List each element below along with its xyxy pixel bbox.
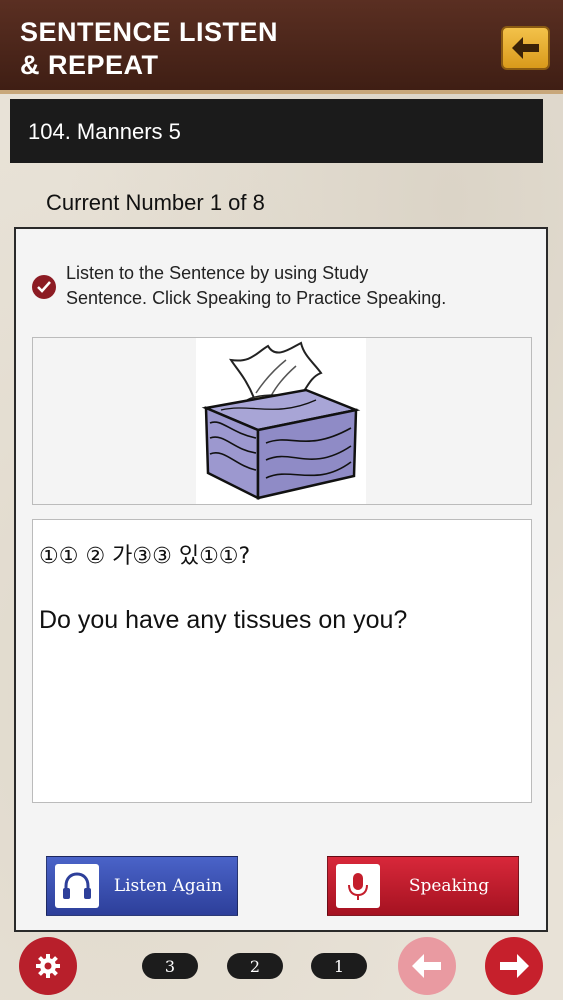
- instruction-line-2: Sentence. Click Speaking to Practice Spe…: [66, 288, 447, 308]
- sentence-card: Listen to the Sentence by using Study Se…: [14, 227, 548, 932]
- page-button-2[interactable]: 2: [227, 953, 283, 979]
- instruction: Listen to the Sentence by using Study Se…: [32, 261, 532, 311]
- previous-button[interactable]: [398, 937, 456, 995]
- page-title: SENTENCE LISTEN & REPEAT: [20, 16, 278, 82]
- listen-again-button[interactable]: Listen Again: [46, 856, 238, 916]
- gear-icon: [36, 954, 60, 978]
- settings-button[interactable]: [19, 937, 77, 995]
- title-line-1: SENTENCE LISTEN: [20, 17, 279, 47]
- app-header: SENTENCE LISTEN & REPEAT: [0, 0, 563, 94]
- instruction-line-1: Listen to the Sentence by using Study: [66, 263, 369, 283]
- back-button[interactable]: [501, 26, 550, 70]
- arrow-left-icon: [511, 37, 539, 59]
- sentence-box: ①① ② 가③③ 있①①? Do you have any tissues on…: [32, 519, 532, 803]
- instruction-text: Listen to the Sentence by using Study Se…: [66, 261, 446, 311]
- microphone-icon: [336, 864, 380, 908]
- lesson-title: 104. Manners 5: [28, 119, 181, 144]
- listen-again-label: Listen Again: [113, 876, 223, 896]
- title-line-2: & REPEAT: [20, 50, 159, 80]
- page-button-1[interactable]: 1: [311, 953, 367, 979]
- lesson-bar: 104. Manners 5: [10, 99, 543, 163]
- speaking-button[interactable]: Speaking: [327, 856, 519, 916]
- next-button[interactable]: [485, 937, 543, 995]
- illustration-frame: [32, 337, 532, 505]
- headphones-icon: [55, 864, 99, 908]
- check-icon: [32, 275, 56, 299]
- english-sentence: Do you have any tissues on you?: [39, 606, 408, 634]
- korean-sentence: ①① ② 가③③ 있①①?: [39, 544, 251, 569]
- arrow-right-icon: [500, 954, 529, 978]
- page-button-3[interactable]: 3: [142, 953, 198, 979]
- tissue-box-image: [196, 338, 366, 504]
- progress-counter: Current Number 1 of 8: [46, 190, 265, 215]
- arrow-left-icon: [412, 954, 441, 978]
- speaking-label: Speaking: [408, 876, 490, 896]
